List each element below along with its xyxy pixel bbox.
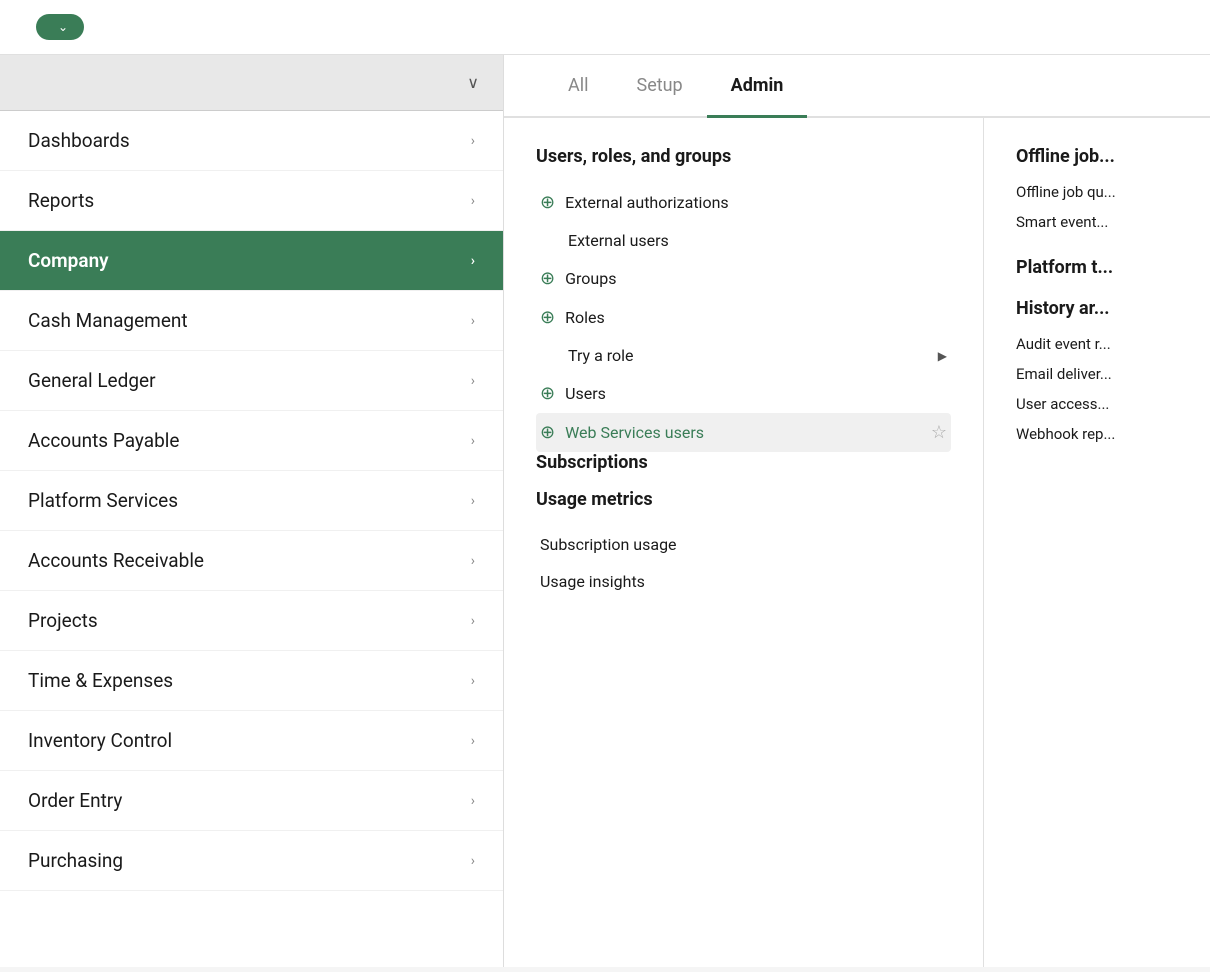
sidebar-item-label: Cash Management [28, 309, 188, 332]
sidebar-item-purchasing[interactable]: Purchasing › [0, 831, 503, 891]
right-panel: AllSetupAdmin Users, roles, and groups ⊕ E… [504, 55, 1210, 967]
chevron-right-icon: › [471, 673, 475, 689]
chevron-right-icon: › [471, 433, 475, 449]
tab-admin[interactable]: Admin [707, 55, 808, 116]
chevron-right-icon: › [471, 193, 475, 209]
top-level-badge[interactable]: ⌄ [36, 14, 84, 40]
tabs-bar: AllSetupAdmin [504, 55, 1210, 118]
sidebar-item-company[interactable]: Company › [0, 231, 503, 291]
sidebar-item-label: Company [28, 249, 109, 272]
header: ⌄ [0, 0, 1210, 55]
arrow-right-icon: ▶ [938, 349, 947, 363]
sidebar-nav: Dashboards › Reports › Company › Cash Ma… [0, 111, 503, 967]
sidebar-item-label: Purchasing [28, 849, 123, 872]
sidebar-item-inventory-control[interactable]: Inventory Control › [0, 711, 503, 771]
menu-item-label: Usage insights [540, 572, 947, 591]
menu-item-web-services-users[interactable]: ⊕ Web Services users☆ [536, 413, 951, 452]
chevron-right-icon: › [471, 553, 475, 569]
content-area: Users, roles, and groups ⊕ External author… [504, 118, 1210, 967]
chevron-right-icon: › [471, 253, 475, 269]
sidebar-item-label: Accounts Receivable [28, 549, 204, 572]
plus-icon: ⊕ [540, 383, 555, 404]
menu-item-subscription-usage[interactable]: Subscription usage [536, 526, 951, 563]
sidebar-item-dashboards[interactable]: Dashboards › [0, 111, 503, 171]
sidebar-item-accounts-payable[interactable]: Accounts Payable › [0, 411, 503, 471]
menu-item-label: Web Services users [565, 423, 931, 442]
tab-setup[interactable]: Setup [613, 55, 707, 116]
plus-icon: ⊕ [540, 192, 555, 213]
secondary-section-title-history-and-audit: History ar... [1016, 298, 1178, 319]
badge-chevron-icon: ⌄ [58, 20, 68, 34]
menu-item-label: Groups [565, 269, 947, 288]
chevron-right-icon: › [471, 133, 475, 149]
chevron-right-icon: › [471, 853, 475, 869]
sidebar-item-label: Dashboards [28, 129, 130, 152]
secondary-item-user-access[interactable]: User access... [1016, 389, 1178, 419]
sidebar-item-label: Reports [28, 189, 94, 212]
secondary-item-offline-job-q[interactable]: Offline job qu... [1016, 177, 1178, 207]
menu-item-label: Roles [565, 308, 947, 327]
star-icon[interactable]: ☆ [931, 422, 947, 443]
sidebar-item-general-ledger[interactable]: General Ledger › [0, 351, 503, 411]
chevron-right-icon: › [471, 613, 475, 629]
menu-item-roles[interactable]: ⊕ Roles [536, 298, 951, 337]
secondary-section-title-offline-jobs: Offline job... [1016, 146, 1178, 167]
menu-item-try-a-role[interactable]: Try a role▶ [536, 337, 951, 374]
menu-item-groups[interactable]: ⊕ Groups [536, 259, 951, 298]
sidebar-item-accounts-receivable[interactable]: Accounts Receivable › [0, 531, 503, 591]
plus-icon: ⊕ [540, 268, 555, 289]
menu-item-label: Subscription usage [540, 535, 947, 554]
secondary-item-webhook-rep[interactable]: Webhook rep... [1016, 419, 1178, 449]
sidebar: ∨ Dashboards › Reports › Company › Cash … [0, 55, 504, 967]
menu-section-title-subscriptions: Subscriptions [536, 452, 951, 473]
menu-item-label: External authorizations [565, 193, 947, 212]
chevron-right-icon: › [471, 793, 475, 809]
menu-section-title-usage-metrics: Usage metrics [536, 489, 951, 510]
menu-section-title-users-roles-groups: Users, roles, and groups [536, 146, 951, 167]
secondary-panel: Offline job... Offline job qu...Smart eve… [984, 118, 1210, 967]
chevron-right-icon: › [471, 373, 475, 389]
sidebar-item-label: Time & Expenses [28, 669, 173, 692]
sidebar-item-label: Platform Services [28, 489, 178, 512]
menu-panel: Users, roles, and groups ⊕ External author… [504, 118, 984, 967]
sidebar-item-label: General Ledger [28, 369, 156, 392]
chevron-right-icon: › [471, 313, 475, 329]
secondary-item-smart-event[interactable]: Smart event... [1016, 207, 1178, 237]
sidebar-item-projects[interactable]: Projects › [0, 591, 503, 651]
menu-item-label: Try a role [568, 346, 938, 365]
sidebar-chevron-icon: ∨ [467, 73, 479, 92]
sidebar-item-cash-management[interactable]: Cash Management › [0, 291, 503, 351]
sidebar-item-reports[interactable]: Reports › [0, 171, 503, 231]
sidebar-item-label: Projects [28, 609, 98, 632]
menu-item-external-users[interactable]: External users [536, 222, 951, 259]
sidebar-item-label: Order Entry [28, 789, 122, 812]
sidebar-item-time-expenses[interactable]: Time & Expenses › [0, 651, 503, 711]
secondary-section-title-platform-tools: Platform t... [1016, 257, 1178, 278]
tab-all[interactable]: All [544, 55, 613, 116]
chevron-right-icon: › [471, 733, 475, 749]
menu-item-label: External users [568, 231, 947, 250]
plus-icon: ⊕ [540, 422, 555, 443]
sidebar-item-label: Accounts Payable [28, 429, 179, 452]
chevron-right-icon: › [471, 493, 475, 509]
sidebar-header[interactable]: ∨ [0, 55, 503, 111]
sidebar-item-platform-services[interactable]: Platform Services › [0, 471, 503, 531]
sidebar-item-label: Inventory Control [28, 729, 172, 752]
sidebar-item-order-entry[interactable]: Order Entry › [0, 771, 503, 831]
menu-item-label: Users [565, 384, 947, 403]
secondary-item-email-delivery[interactable]: Email deliver... [1016, 359, 1178, 389]
menu-item-usage-insights[interactable]: Usage insights [536, 563, 951, 600]
secondary-item-audit-event[interactable]: Audit event r... [1016, 329, 1178, 359]
main-layout: ∨ Dashboards › Reports › Company › Cash … [0, 55, 1210, 967]
menu-item-users[interactable]: ⊕ Users [536, 374, 951, 413]
menu-item-external-auth[interactable]: ⊕ External authorizations [536, 183, 951, 222]
plus-icon: ⊕ [540, 307, 555, 328]
